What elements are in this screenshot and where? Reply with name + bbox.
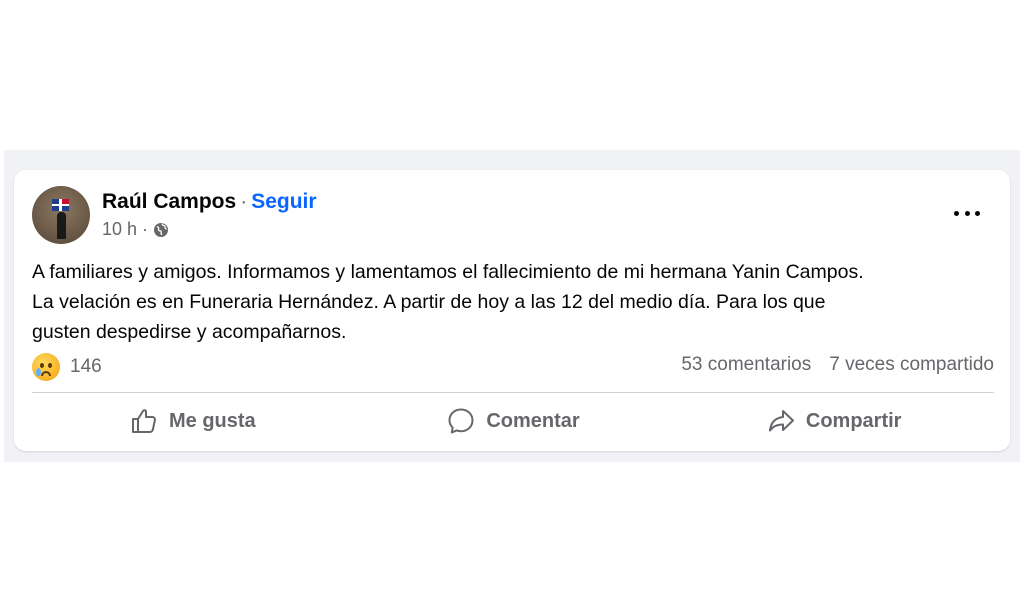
action-bar: Me gusta Comentar Compartir — [32, 398, 994, 444]
post-meta: 10 h · — [102, 219, 169, 240]
post-timestamp[interactable]: 10 h — [102, 219, 137, 240]
comments-count[interactable]: 53 comentarios — [681, 354, 811, 376]
meta-separator: · — [142, 219, 149, 239]
share-button[interactable]: Compartir — [673, 398, 994, 444]
like-label: Me gusta — [168, 409, 256, 432]
author-name[interactable]: Raúl Campos — [102, 190, 236, 213]
shares-count[interactable]: 7 veces compartido — [829, 354, 994, 376]
post-card: Raúl Campos · Seguir 10 h · A familiares y… — [14, 170, 1010, 451]
avatar[interactable] — [32, 186, 90, 244]
post-body: A familiares y amigos. Informamos y lame… — [32, 261, 864, 343]
header-separator: · — [240, 190, 248, 213]
follow-button[interactable]: Seguir — [251, 190, 316, 213]
reactions-summary[interactable]: 146 — [32, 353, 102, 381]
engagement-stats: 53 comentarios 7 veces compartido — [681, 354, 994, 376]
comment-button[interactable]: Comentar — [353, 398, 674, 444]
person-silhouette — [57, 212, 66, 239]
sad-reaction-icon — [32, 353, 60, 381]
post-header: Raúl Campos · Seguir — [102, 189, 317, 215]
thumbs-up-icon — [131, 409, 156, 433]
comment-label: Comentar — [486, 409, 580, 432]
share-label: Compartir — [805, 409, 902, 432]
comment-bubble-icon — [448, 408, 474, 434]
more-options-icon[interactable] — [954, 208, 980, 218]
like-button[interactable]: Me gusta — [32, 398, 353, 444]
flag-image — [52, 199, 69, 211]
divider — [32, 392, 994, 393]
share-arrow-icon — [768, 410, 794, 432]
reaction-count: 146 — [70, 356, 102, 377]
globe-icon[interactable] — [153, 222, 169, 238]
